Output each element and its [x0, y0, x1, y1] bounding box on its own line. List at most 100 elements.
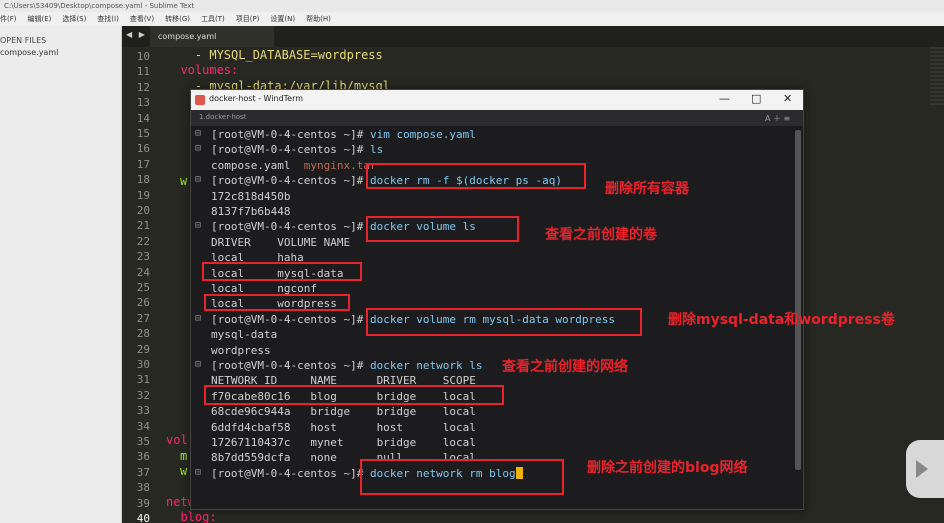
line-number: 19	[136, 188, 150, 202]
highlight-box-mysql-data	[202, 262, 362, 281]
menu-goto[interactable]: 转移(G)	[165, 14, 190, 24]
highlight-box-network-rm	[360, 459, 564, 495]
terminal-command-line: [root@VM-0-4-centos ~]# docker network l…	[211, 359, 483, 372]
annotation-list-networks: 查看之前创建的网络	[502, 359, 628, 375]
line-number: 13	[136, 96, 150, 110]
menu-project[interactable]: 项目(P)	[236, 14, 260, 24]
shell-prompt: [root@VM-0-4-centos ~]#	[211, 312, 364, 326]
fold-icon[interactable]: ⊟	[195, 143, 201, 154]
video-play-icon[interactable]	[906, 440, 944, 498]
sidebar-file-label: compose.yaml	[0, 48, 59, 57]
shell-command: ls	[363, 143, 384, 157]
editor-fragment-w1: w	[180, 174, 188, 188]
editor-fragment-vol: vol	[166, 433, 188, 447]
tab-compose-yaml[interactable]: compose.yaml	[150, 26, 274, 47]
terminal-command-line: [root@VM-0-4-centos ~]# ls	[211, 143, 383, 156]
line-number: 17	[136, 157, 150, 171]
line-number: 31	[136, 373, 150, 387]
code-line: blog:	[166, 510, 217, 523]
windterm-titlebar: docker-host - WindTerm — □ ✕	[191, 90, 803, 110]
fold-icon[interactable]: ⊟	[195, 467, 201, 478]
menu-selection[interactable]: 选择(S)	[62, 14, 86, 24]
terminal-output-line: mysql-data	[211, 328, 277, 341]
terminal-output-line: wordpress	[211, 344, 271, 357]
line-number: 10	[136, 50, 150, 63]
windterm-logo-icon	[195, 95, 205, 105]
output-text: 68cde96c944a bridge bridge local	[211, 405, 476, 419]
output-text: mysql-data	[211, 328, 278, 342]
line-number: 40	[136, 512, 150, 523]
line-number: 33	[136, 404, 150, 418]
shell-prompt: [root@VM-0-4-centos ~]#	[211, 220, 364, 234]
tab-tools[interactable]: A ＋ ≡	[765, 113, 790, 124]
line-number: 25	[136, 281, 150, 294]
shell-prompt: [root@VM-0-4-centos ~]#	[211, 466, 364, 480]
line-number: 35	[136, 435, 150, 448]
minimap[interactable]	[930, 47, 944, 107]
line-number: 12	[136, 80, 150, 94]
line-gutter: 10 11 12 13 14 15 16 17 18 19 20 21 22 23 24 25 26 27 28 29…	[122, 47, 158, 523]
editor-fragment-m: m	[180, 449, 188, 463]
terminal-output-line: 8137f7b6b448	[211, 205, 290, 218]
terminal-output-line: 68cde96c944a bridge bridge local	[211, 405, 476, 418]
window-title: C:\Users\53409\Desktop\compose.yaml - Su…	[0, 0, 944, 12]
menu-view[interactable]: 查看(V)	[130, 14, 154, 24]
line-number: 16	[136, 142, 150, 156]
fold-icon[interactable]: ⊟	[195, 313, 201, 324]
terminal-output-line: 6ddfd4cbaf58 host host local	[211, 421, 476, 434]
line-number: 39	[136, 496, 150, 510]
line-number: 22	[136, 234, 150, 248]
code-line: volumes:	[166, 63, 239, 78]
menu-edit[interactable]: 编辑(E)	[28, 14, 52, 24]
output-text: compose.yaml	[211, 158, 304, 172]
line-number: 30	[136, 358, 150, 371]
fold-icon[interactable]: ⊟	[195, 359, 201, 370]
menu-file[interactable]: 件(F)	[0, 14, 17, 24]
minimize-button[interactable]: —	[719, 92, 730, 105]
menu-help[interactable]: 帮助(H)	[306, 14, 331, 24]
windterm-title: docker-host - WindTerm	[209, 94, 304, 103]
annotation-delete-volumes: 删除mysql-data和wordpress卷	[668, 312, 895, 328]
terminal-output-line: 172c818d450b	[211, 190, 290, 203]
shell-prompt: [root@VM-0-4-centos ~]#	[211, 359, 364, 372]
code-line: - MYSQL_DATABASE=wordpress	[166, 48, 383, 62]
line-number: 34	[136, 419, 150, 433]
fold-icon[interactable]: ⊟	[195, 128, 201, 139]
highlight-box-volume-rm	[366, 308, 642, 336]
annotation-delete-containers: 删除所有容器	[605, 181, 689, 197]
tab-nav-arrows-icon[interactable]: ◀ ▶	[126, 30, 147, 39]
line-number: 24	[136, 265, 150, 279]
fold-icon[interactable]: ⊟	[195, 174, 201, 185]
menu-preferences[interactable]: 设置(N)	[270, 14, 295, 24]
terminal-output-line: compose.yaml mynginx.tar	[211, 159, 377, 172]
line-number: 28	[136, 327, 150, 341]
terminal-output-line: DRIVER VOLUME NAME	[211, 236, 350, 249]
output-text: 17267110437c mynet bridge local	[211, 436, 476, 449]
shell-prompt: [root@VM-0-4-centos ~]#	[211, 128, 364, 141]
annotation-list-volumes: 查看之前创建的卷	[545, 227, 657, 243]
line-number: 36	[136, 450, 150, 464]
menu-bar: 件(F) 编辑(E) 选择(S) 查找(I) 查看(V) 转移(G) 工具(T)…	[0, 12, 944, 26]
line-number: 14	[136, 111, 150, 125]
sidebar-file-compose[interactable]: compose.yaml	[0, 48, 121, 57]
output-text: 8137f7b6b448	[211, 205, 291, 218]
tab-docker-host[interactable]: 1.docker-host	[199, 113, 246, 121]
shell-command: docker network ls	[363, 359, 483, 372]
editor-fragment-w2: w	[180, 464, 188, 478]
menu-find[interactable]: 查找(I)	[97, 14, 119, 24]
fold-icon[interactable]: ⊟	[195, 220, 201, 231]
line-number: 18	[136, 173, 150, 187]
terminal-scrollbar[interactable]	[795, 130, 801, 470]
shell-prompt: [root@VM-0-4-centos ~]#	[211, 143, 364, 157]
line-number: 21	[136, 219, 150, 233]
line-number: 20	[136, 204, 150, 217]
output-text: DRIVER VOLUME NAME	[211, 235, 351, 249]
output-text: 172c818d450b	[211, 189, 291, 203]
highlight-box-wordpress	[204, 294, 350, 311]
windterm-tabbar: 1.docker-host A ＋ ≡	[191, 110, 803, 126]
highlight-box-rm-containers	[366, 163, 586, 189]
highlight-box-volume-ls	[366, 216, 519, 242]
close-button[interactable]: ✕	[783, 92, 792, 105]
maximize-button[interactable]: □	[751, 92, 761, 105]
menu-tools[interactable]: 工具(T)	[201, 14, 225, 24]
